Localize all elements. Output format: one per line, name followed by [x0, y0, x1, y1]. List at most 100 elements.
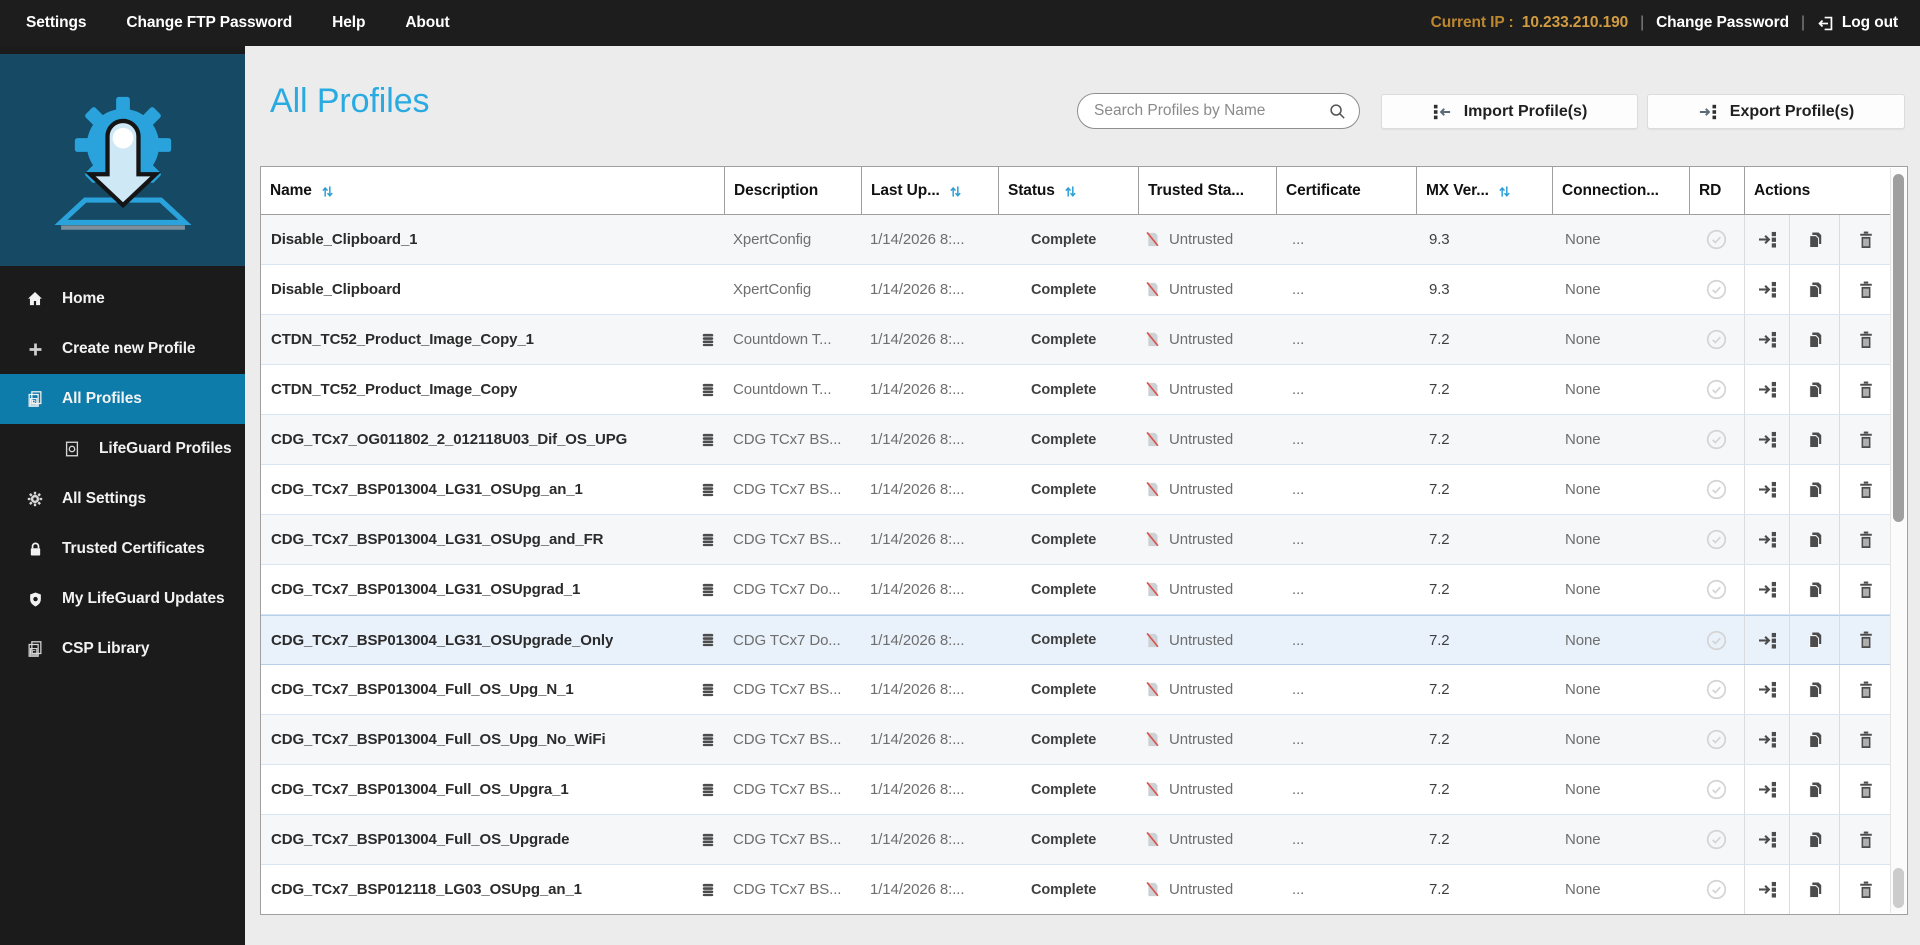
copy-profile-button[interactable]: [1789, 315, 1839, 364]
sort-icon[interactable]: [949, 185, 962, 198]
deploy-profile-button[interactable]: [1744, 315, 1789, 364]
deploy-export-icon: [1758, 581, 1777, 598]
column-header-name[interactable]: Name: [261, 167, 724, 214]
copy-profile-button[interactable]: [1789, 765, 1839, 814]
column-header-certificate[interactable]: Certificate: [1276, 167, 1416, 214]
copy-profile-button[interactable]: [1789, 665, 1839, 714]
plus-icon: [25, 341, 45, 358]
column-header-last-updated[interactable]: Last Up...: [861, 167, 998, 214]
copy-profile-button[interactable]: [1789, 365, 1839, 414]
deploy-export-icon: [1758, 381, 1777, 398]
copy-profile-button[interactable]: [1789, 616, 1839, 664]
profile-connection: None: [1565, 231, 1601, 248]
copy-profile-button[interactable]: [1789, 565, 1839, 614]
vertical-scrollbar[interactable]: [1890, 168, 1906, 913]
delete-profile-button[interactable]: [1839, 215, 1892, 264]
table-row[interactable]: CTDN_TC52_Product_Image_Copy_1 Countdown…: [261, 315, 1892, 365]
sidebar-item-csp-library[interactable]: C CSP Library: [0, 624, 245, 674]
copy-profile-button[interactable]: [1789, 865, 1839, 914]
sidebar-item-my-lifeguard-updates[interactable]: My LifeGuard Updates: [0, 574, 245, 624]
sort-icon[interactable]: [321, 185, 334, 198]
delete-profile-button[interactable]: [1839, 515, 1892, 564]
logout-button[interactable]: Log out: [1817, 14, 1898, 32]
delete-profile-button[interactable]: [1839, 715, 1892, 764]
copy-profile-button[interactable]: [1789, 815, 1839, 864]
delete-profile-button[interactable]: [1839, 565, 1892, 614]
sort-icon[interactable]: [1498, 185, 1511, 198]
table-row[interactable]: CDG_TCx7_BSP013004_LG31_OSUpgrad_1 CDG T…: [261, 565, 1892, 615]
menu-change-ftp-password[interactable]: Change FTP Password: [126, 14, 292, 32]
table-row[interactable]: CDG_TCx7_BSP013004_LG31_OSUpg_an_1 CDG T…: [261, 465, 1892, 515]
delete-profile-button[interactable]: [1839, 815, 1892, 864]
table-row[interactable]: CDG_TCx7_BSP013004_LG31_OSUpgrade_Only C…: [261, 615, 1892, 665]
table-row[interactable]: CTDN_TC52_Product_Image_Copy Countdown T…: [261, 365, 1892, 415]
deploy-profile-button[interactable]: [1744, 665, 1789, 714]
export-profiles-button[interactable]: Export Profile(s): [1647, 94, 1905, 129]
sort-icon[interactable]: [1064, 185, 1077, 198]
profile-name-cell: CDG_TCx7_BSP013004_LG31_OSUpg_an_1: [261, 465, 724, 514]
sidebar-item-home[interactable]: Home: [0, 274, 245, 324]
menu-settings[interactable]: Settings: [26, 14, 86, 32]
copy-profile-button[interactable]: [1789, 215, 1839, 264]
rd-status: [1689, 865, 1744, 914]
sidebar-item-all-settings[interactable]: All Settings: [0, 474, 245, 524]
table-row[interactable]: Disable_Clipboard XpertConfig 1/14/2026 …: [261, 265, 1892, 315]
menu-help[interactable]: Help: [332, 14, 365, 32]
deploy-profile-button[interactable]: [1744, 465, 1789, 514]
deploy-profile-button[interactable]: [1744, 365, 1789, 414]
delete-profile-button[interactable]: [1839, 415, 1892, 464]
column-header-description[interactable]: Description: [724, 167, 861, 214]
delete-profile-button[interactable]: [1839, 465, 1892, 514]
deploy-profile-button[interactable]: [1744, 865, 1789, 914]
table-row[interactable]: CDG_TCx7_BSP013004_LG31_OSUpg_and_FR CDG…: [261, 515, 1892, 565]
sidebar-item-lifeguard-profiles[interactable]: LifeGuard Profiles: [0, 424, 245, 474]
copy-profile-button[interactable]: [1789, 515, 1839, 564]
table-row[interactable]: CDG_TCx7_BSP013004_Full_OS_Upgra_1 CDG T…: [261, 765, 1892, 815]
delete-profile-button[interactable]: [1839, 315, 1892, 364]
column-header-rd[interactable]: RD: [1689, 167, 1744, 214]
copy-profile-button[interactable]: [1789, 465, 1839, 514]
sidebar-item-label: Create new Profile: [62, 340, 196, 357]
import-profiles-button[interactable]: Import Profile(s): [1381, 94, 1638, 129]
copy-profile-button[interactable]: [1789, 415, 1839, 464]
copy-profile-button[interactable]: [1789, 265, 1839, 314]
deploy-profile-button[interactable]: [1744, 265, 1789, 314]
profile-trusted-status: Untrusted: [1138, 415, 1276, 464]
delete-profile-button[interactable]: [1839, 765, 1892, 814]
delete-profile-button[interactable]: [1839, 665, 1892, 714]
menu-about[interactable]: About: [405, 14, 449, 32]
deploy-profile-button[interactable]: [1744, 215, 1789, 264]
deploy-profile-button[interactable]: [1744, 515, 1789, 564]
column-header-trusted-status[interactable]: Trusted Sta...: [1138, 167, 1276, 214]
column-header-mx-version[interactable]: MX Ver...: [1416, 167, 1552, 214]
delete-profile-button[interactable]: [1839, 616, 1892, 664]
copy-profile-button[interactable]: [1789, 715, 1839, 764]
search-input[interactable]: [1092, 101, 1328, 121]
package-stack-icon: [701, 583, 715, 597]
untrusted-cert-icon: [1145, 231, 1160, 248]
delete-profile-button[interactable]: [1839, 265, 1892, 314]
sidebar-item-trusted-certificates[interactable]: Trusted Certificates: [0, 524, 245, 574]
deploy-profile-button[interactable]: [1744, 765, 1789, 814]
table-row[interactable]: CDG_TCx7_BSP013004_Full_OS_Upg_N_1 CDG T…: [261, 665, 1892, 715]
table-row[interactable]: CDG_TCx7_BSP013004_Full_OS_Upgrade CDG T…: [261, 815, 1892, 865]
deploy-profile-button[interactable]: [1744, 565, 1789, 614]
sidebar-item-all-profiles[interactable]: P All Profiles: [0, 374, 245, 424]
delete-profile-button[interactable]: [1839, 365, 1892, 414]
table-row[interactable]: CDG_TCx7_BSP013004_Full_OS_Upg_No_WiFi C…: [261, 715, 1892, 765]
deploy-profile-button[interactable]: [1744, 715, 1789, 764]
column-header-connection[interactable]: Connection...: [1552, 167, 1689, 214]
table-row[interactable]: CDG_TCx7_OG011802_2_012118U03_Dif_OS_UPG…: [261, 415, 1892, 465]
change-password-link[interactable]: Change Password: [1656, 14, 1789, 32]
deploy-profile-button[interactable]: [1744, 815, 1789, 864]
sidebar-item-create-new-profile[interactable]: Create new Profile: [0, 324, 245, 374]
delete-profile-button[interactable]: [1839, 865, 1892, 914]
profile-mx-version: 9.3: [1429, 231, 1450, 248]
table-row[interactable]: Disable_Clipboard_1 XpertConfig 1/14/202…: [261, 215, 1892, 265]
untrusted-cert-icon: [1145, 481, 1160, 498]
deploy-profile-button[interactable]: [1744, 415, 1789, 464]
column-header-status[interactable]: Status: [998, 167, 1138, 214]
scrollbar-thumb[interactable]: [1893, 174, 1904, 522]
table-row[interactable]: CDG_TCx7_BSP012118_LG03_OSUpg_an_1 CDG T…: [261, 865, 1892, 914]
deploy-profile-button[interactable]: [1744, 616, 1789, 664]
